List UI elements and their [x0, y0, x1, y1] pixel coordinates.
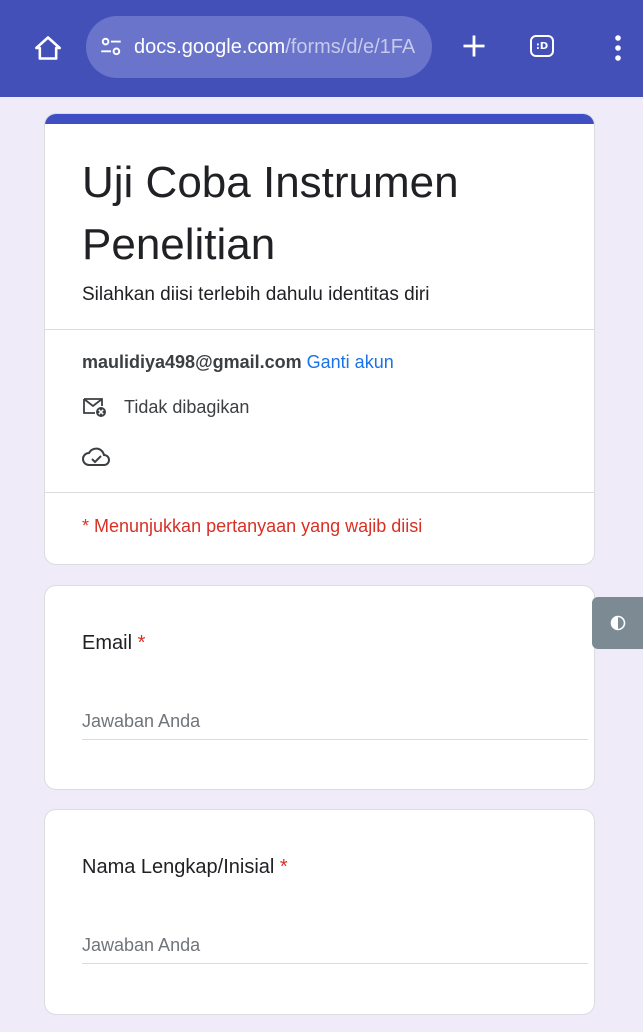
form-title: Uji Coba Instrumen Penelitian: [82, 158, 459, 269]
address-bar[interactable]: docs.google.com/forms/d/e/1FA: [86, 16, 432, 78]
site-settings-icon[interactable]: [98, 34, 124, 60]
email-not-shared: Tidak dibagikan: [82, 395, 249, 419]
divider: [45, 492, 594, 493]
url-host: docs.google.com: [134, 35, 286, 58]
form-header-card: Uji Coba Instrumen Penelitian Silahkan d…: [44, 113, 595, 565]
url-text: docs.google.com/forms/d/e/1FA: [134, 36, 415, 59]
required-asterisk: *: [279, 856, 288, 878]
mail-not-shared-icon: [83, 398, 106, 417]
account-email: maulidiya498@gmail.com: [82, 352, 302, 372]
url-path: /forms/d/e/1FA: [285, 35, 416, 58]
home-icon: [35, 36, 61, 60]
divider: [45, 329, 594, 330]
cloud-saved-icon: [82, 447, 110, 466]
plus-icon: [463, 35, 485, 57]
question-text: Nama Lengkap/Inisial: [82, 856, 275, 878]
question-text: Email: [82, 632, 133, 654]
not-shared-label: Tidak dibagikan: [124, 396, 250, 417]
required-asterisk: *: [137, 632, 146, 654]
more-menu-button[interactable]: [600, 26, 636, 70]
full-name-answer-input[interactable]: [82, 928, 588, 964]
email-answer-input[interactable]: [82, 704, 588, 740]
browser-toolbar: docs.google.com/forms/d/e/1FA :D: [0, 0, 643, 97]
extension-button[interactable]: :D: [522, 26, 562, 66]
required-note: * Menunjukkan pertanyaan yang wajib diis…: [82, 516, 423, 536]
account-info: maulidiya498@gmail.com Ganti akun: [82, 352, 394, 373]
home-button[interactable]: [28, 28, 68, 68]
question-label: Email *: [82, 632, 145, 655]
question-card-email: Email *: [44, 585, 595, 790]
question-label: Nama Lengkap/Inisial *: [82, 856, 288, 879]
theme-accent-bar: [45, 114, 594, 124]
form-description: Silahkan diisi terlebih dahulu identitas…: [82, 284, 430, 305]
switch-account-link[interactable]: Ganti akun: [307, 352, 394, 372]
question-card-full-name: Nama Lengkap/Inisial *: [44, 809, 595, 1015]
extension-icon: :D: [530, 35, 554, 57]
more-vert-icon: [615, 35, 621, 61]
contrast-toggle-button[interactable]: [592, 597, 643, 649]
new-tab-button[interactable]: [452, 24, 496, 68]
contrast-icon: [610, 615, 625, 631]
